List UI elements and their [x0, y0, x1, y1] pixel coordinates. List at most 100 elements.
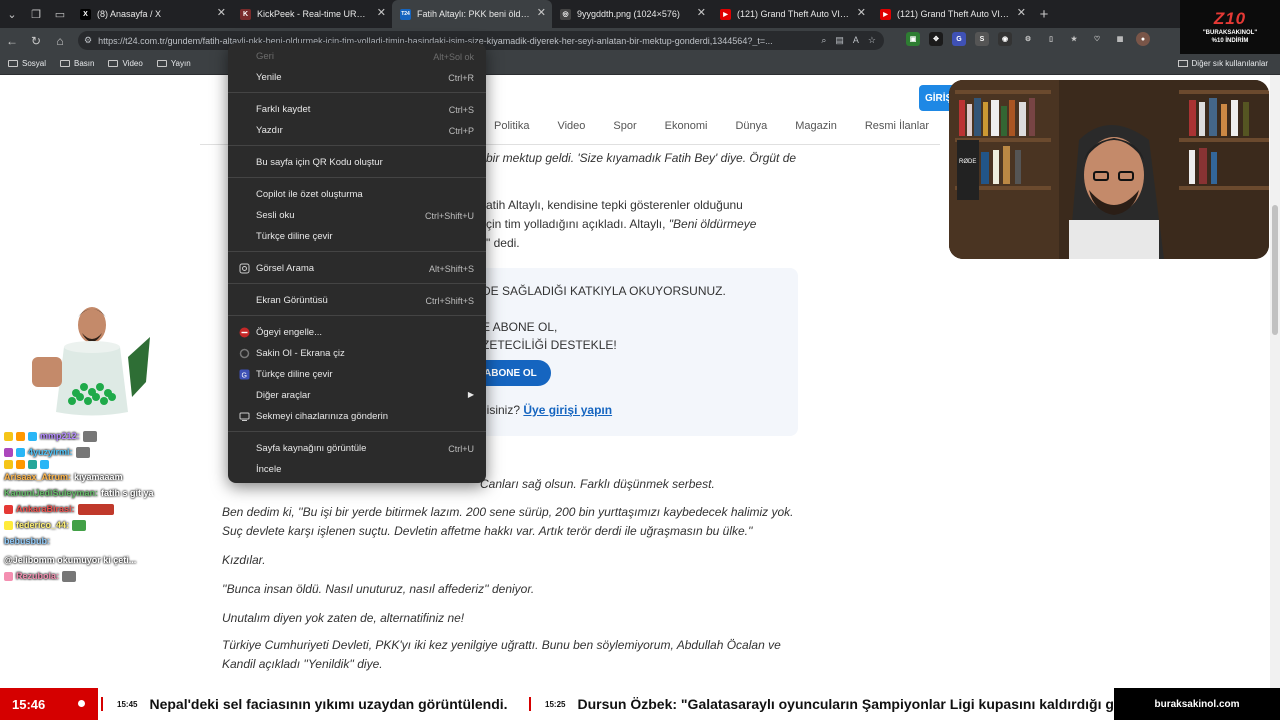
menu-item-translate-extension[interactable]: G Türkçe diline çevir — [228, 364, 486, 385]
split-screen-icon[interactable]: ▯ — [1044, 32, 1058, 46]
other-bookmarks[interactable]: Diğer sık kullanılanlar — [1177, 59, 1268, 68]
webcam-overlay: RØDE — [949, 80, 1269, 259]
tab-3[interactable]: ◎ 9yygddth.png (1024×576) ✕ — [552, 0, 712, 28]
article-paragraph: çin tim yolladığını açıkladı. Altaylı, "… — [486, 215, 826, 234]
site-info-icon[interactable]: ⚙ — [84, 35, 92, 46]
member-login-link[interactable]: Üye girişi yapın — [523, 403, 612, 417]
bookmark-folder-sosyal[interactable]: Sosyal — [8, 59, 46, 68]
tab-actions-icon[interactable]: ▭ — [48, 0, 72, 28]
scrollbar-thumb[interactable] — [1272, 205, 1278, 335]
article-paragraph: Kandil açıkladı ''Yenildik'' diye. — [222, 657, 383, 671]
tab-title: (121) Grand Theft Auto VI – Detay — [897, 9, 1010, 19]
menu-item-label: Sesli oku — [256, 210, 295, 221]
menu-separator — [228, 315, 486, 316]
tab-0[interactable]: X (8) Anasayfa / X ✕ — [72, 0, 232, 28]
page-scrollbar[interactable] — [1270, 75, 1280, 688]
live-dot-icon — [78, 700, 85, 707]
collections-icon[interactable]: ♡ — [1090, 32, 1104, 46]
menu-item-screenshot[interactable]: Ekran Görüntüsü Ctrl+Shift+S — [228, 290, 486, 311]
reload-icon[interactable]: ↻ — [24, 28, 48, 53]
bookmark-folder-basin[interactable]: Basın — [60, 59, 94, 68]
menu-item-inspect[interactable]: İncele — [228, 459, 486, 480]
nav-ekonomi[interactable]: Ekonomi — [651, 120, 722, 132]
workspaces-icon[interactable]: ❐ — [24, 0, 48, 28]
back-arrow-icon[interactable]: ← — [0, 28, 24, 53]
menu-item-reload[interactable]: Yenile Ctrl+R — [228, 67, 486, 88]
reader-view-icon[interactable]: ▤ — [835, 35, 844, 46]
chat-username[interactable]: federico_44: — [16, 517, 69, 533]
bookmark-folder-yayin[interactable]: Yayın — [156, 59, 191, 68]
extension-dark-icon[interactable]: ✥ — [929, 32, 943, 46]
extension-s-icon[interactable]: S — [975, 32, 989, 46]
microphone-brand-logo: RØDE — [959, 159, 976, 165]
menu-item-label: Farklı kaydet — [256, 104, 311, 115]
tab-title: 9yygddth.png (1024×576) — [577, 9, 680, 19]
tab-2-active[interactable]: T24 Fatih Altaylı: PKK beni öldürmek iç … — [392, 0, 552, 28]
menu-item-qr-code[interactable]: Bu sayfa için QR Kodu oluştur — [228, 152, 486, 173]
streamer-jar-emote — [28, 297, 156, 419]
ticker-headline: 15:45 Nepal'deki sel faciasının yıkımı u… — [101, 688, 508, 720]
tab-close-icon[interactable]: ✕ — [377, 8, 386, 19]
article-paragraph: atih Altaylı, kendisine tepki gösterenle… — [486, 198, 743, 212]
tab-1[interactable]: K KickPeek - Real-time URL Crawler ✕ — [232, 0, 392, 28]
favorites-icon[interactable]: ★ — [1067, 32, 1081, 46]
sponsor-promo-overlay: Z10 "BURAKSAKINOL" %10 İNDİRİM — [1180, 0, 1280, 54]
nav-resmi-ilanlar[interactable]: Resmi İlanlar — [851, 120, 943, 132]
tab-5[interactable]: ▶ (121) Grand Theft Auto VI – Detay ✕ — [872, 0, 1032, 28]
extensions-puzzle-icon[interactable]: ⚙ — [1021, 32, 1035, 46]
nav-dunya[interactable]: Dünya — [721, 120, 781, 132]
chat-username[interactable]: bebusbub: — [4, 533, 50, 549]
menu-item-print[interactable]: Yazdır Ctrl+P — [228, 120, 486, 141]
zoom-search-icon[interactable]: ⌕ — [821, 35, 826, 46]
nav-politika[interactable]: Politika — [480, 120, 543, 132]
menu-item-copilot-summary[interactable]: Copilot ile özet oluşturma — [228, 184, 486, 205]
menu-item-visual-search[interactable]: Görsel Arama Alt+Shift+S — [228, 258, 486, 279]
profile-avatar[interactable]: ● — [1136, 32, 1150, 46]
menu-item-label: Yazdır — [256, 125, 283, 136]
article-text: çin tim yolladığını açıkladı. Altaylı, — [486, 217, 666, 231]
menu-item-block-element[interactable]: Ögeyi engelle... — [228, 322, 486, 343]
menu-item-draw-on-screen[interactable]: Sakin Ol - Ekrana çiz — [228, 343, 486, 364]
emote-icon — [75, 446, 90, 458]
menu-item-read-aloud[interactable]: Sesli oku Ctrl+Shift+U — [228, 205, 486, 226]
tab-close-icon[interactable]: ✕ — [217, 8, 226, 19]
badge-icon — [4, 520, 13, 530]
chat-username[interactable]: mmp212: — [40, 428, 80, 444]
tab-close-icon[interactable]: ✕ — [697, 8, 706, 19]
menu-item-back[interactable]: Geri Alt+Sol ok — [228, 46, 486, 67]
extension-green-icon[interactable]: ▣ — [906, 32, 920, 46]
chat-username[interactable]: Arisaax_Atrum: — [4, 469, 71, 485]
extension-eye-icon[interactable]: ◉ — [998, 32, 1012, 46]
ticker-text: Nepal'deki sel faciasının yıkımı uzaydan… — [149, 696, 508, 712]
menu-item-more-tools[interactable]: Diğer araçlar ▶ — [228, 385, 486, 406]
chat-username[interactable]: Rezubola: — [16, 568, 59, 584]
tab-close-icon[interactable]: ✕ — [857, 8, 866, 19]
chat-username[interactable]: AnkaraBirasi: — [16, 501, 75, 517]
new-tab-plus-icon[interactable]: + — [1032, 0, 1056, 28]
tab-4[interactable]: ▶ (121) Grand Theft Auto VI – Detay ✕ — [712, 0, 872, 28]
browser-toolbar: ← ↻ ⌂ ⚙ https://t24.com.tr/gundem/fatih-… — [0, 28, 1280, 53]
favorite-star-icon[interactable]: ☆ — [868, 35, 876, 46]
menu-item-save-as[interactable]: Farklı kaydet Ctrl+S — [228, 99, 486, 120]
nav-magazin[interactable]: Magazin — [781, 120, 851, 132]
extension-translate-icon[interactable]: G — [952, 32, 966, 46]
nav-spor[interactable]: Spor — [599, 120, 650, 132]
folder-icon — [108, 60, 119, 67]
tab-list-chevron-icon[interactable]: ⌄ — [0, 0, 24, 28]
news-ticker: 15:46 15:45 Nepal'deki sel faciasının yı… — [0, 688, 1280, 720]
home-icon[interactable]: ⌂ — [48, 28, 72, 53]
read-aloud-icon[interactable]: A — [853, 35, 859, 46]
tab-close-icon[interactable]: ✕ — [537, 8, 546, 19]
menu-item-label: Ögeyi engelle... — [256, 327, 323, 338]
tab-close-icon[interactable]: ✕ — [1017, 8, 1026, 19]
chat-username[interactable]: 4yuzyirmi: — [28, 444, 73, 460]
menu-item-shortcut: Ctrl+S — [448, 104, 474, 115]
browser-essentials-icon[interactable]: ▦ — [1113, 32, 1127, 46]
menu-item-send-tab[interactable]: Sekmeyi cihazlarınıza gönderin — [228, 406, 486, 427]
bookmark-label: Video — [122, 59, 143, 68]
menu-item-translate[interactable]: Türkçe diline çevir — [228, 226, 486, 247]
nav-video[interactable]: Video — [543, 120, 599, 132]
chat-username[interactable]: KanuniJediSuleyman: — [4, 485, 98, 501]
menu-item-view-source[interactable]: Sayfa kaynağını görüntüle Ctrl+U — [228, 438, 486, 459]
bookmark-folder-video[interactable]: Video — [108, 59, 143, 68]
